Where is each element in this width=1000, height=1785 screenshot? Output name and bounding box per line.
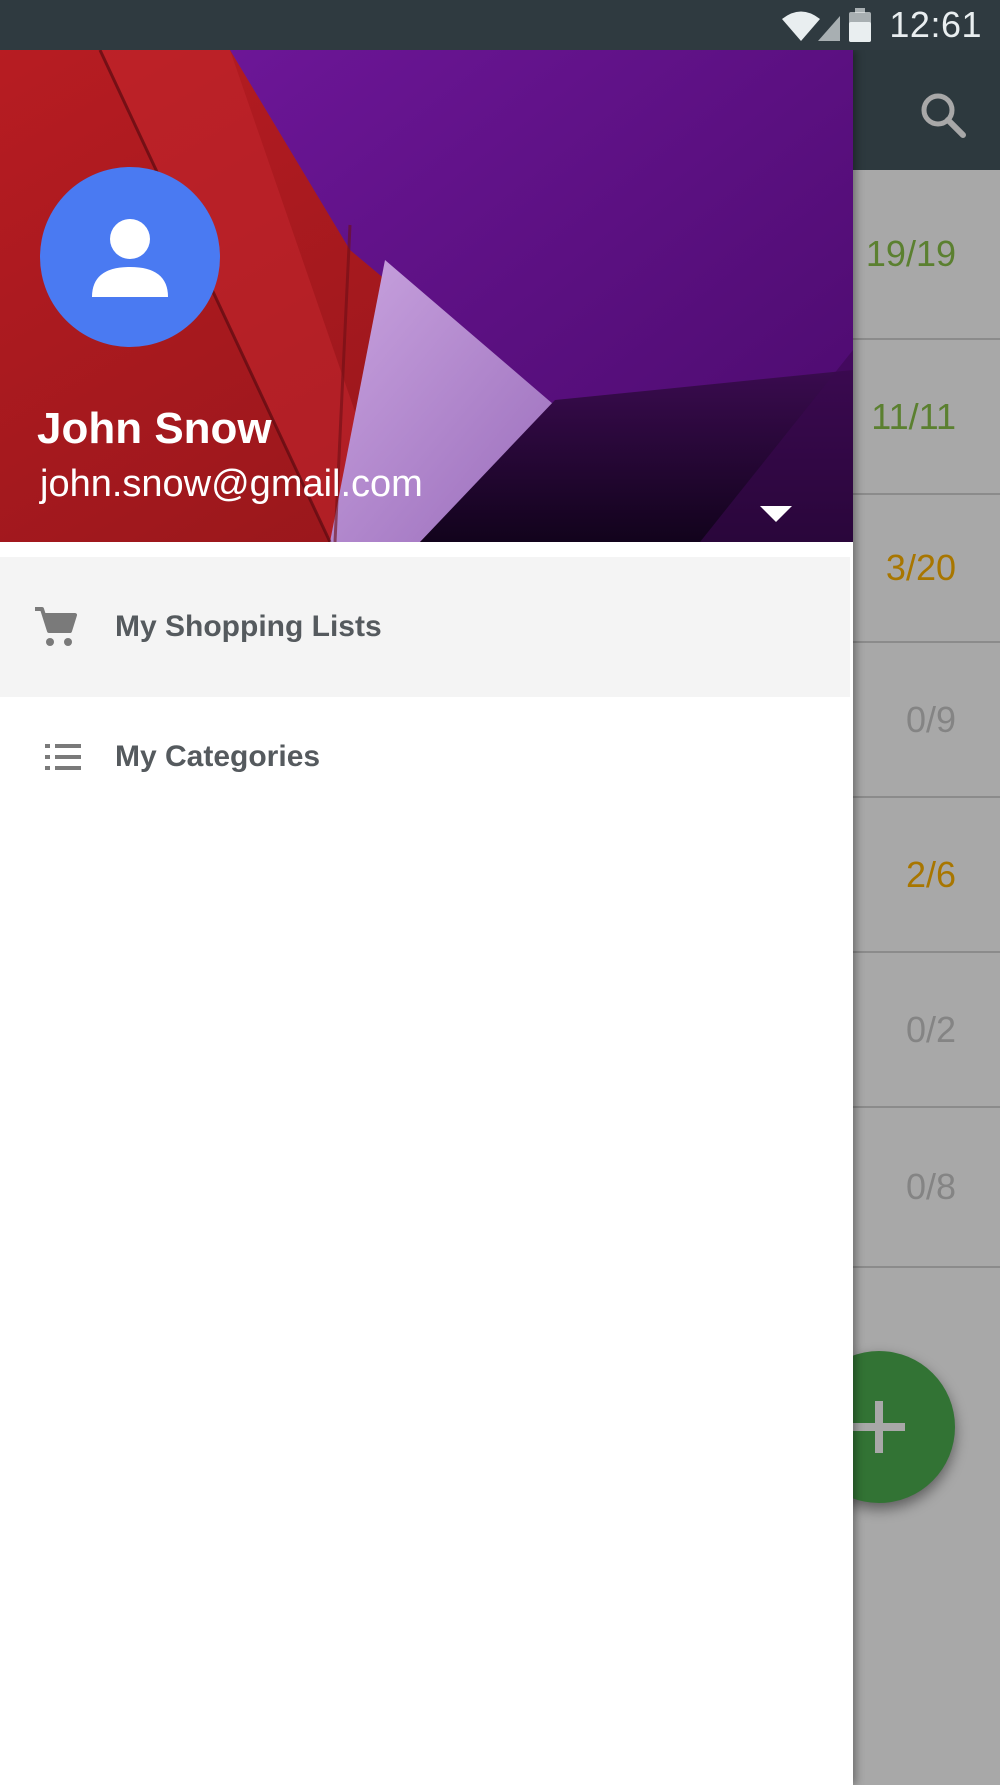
- wifi-icon: [782, 11, 820, 41]
- status-icons: [782, 8, 871, 42]
- menu-item-categories[interactable]: My Categories: [0, 687, 850, 827]
- cart-icon: [35, 607, 77, 646]
- status-bar: 12:61: [0, 0, 1000, 50]
- account-email: john.snow@gmail.com: [40, 463, 423, 505]
- menu-item-shopping-lists[interactable]: My Shopping Lists: [0, 557, 850, 697]
- avatar[interactable]: [40, 167, 220, 347]
- account-name: John Snow: [37, 404, 272, 453]
- battery-icon: [849, 8, 871, 42]
- navigation-drawer: John Snow john.snow@gmail.com My Shoppin…: [0, 50, 853, 1785]
- triangle-down-icon[interactable]: [758, 502, 794, 524]
- person-icon: [92, 219, 168, 297]
- drawer-header: John Snow john.snow@gmail.com: [0, 50, 853, 542]
- signal-icon: [818, 16, 840, 41]
- list-icon: [45, 744, 81, 770]
- menu-item-label: My Categories: [115, 740, 321, 773]
- status-time: 12:61: [889, 4, 982, 45]
- menu-item-label: My Shopping Lists: [115, 610, 382, 643]
